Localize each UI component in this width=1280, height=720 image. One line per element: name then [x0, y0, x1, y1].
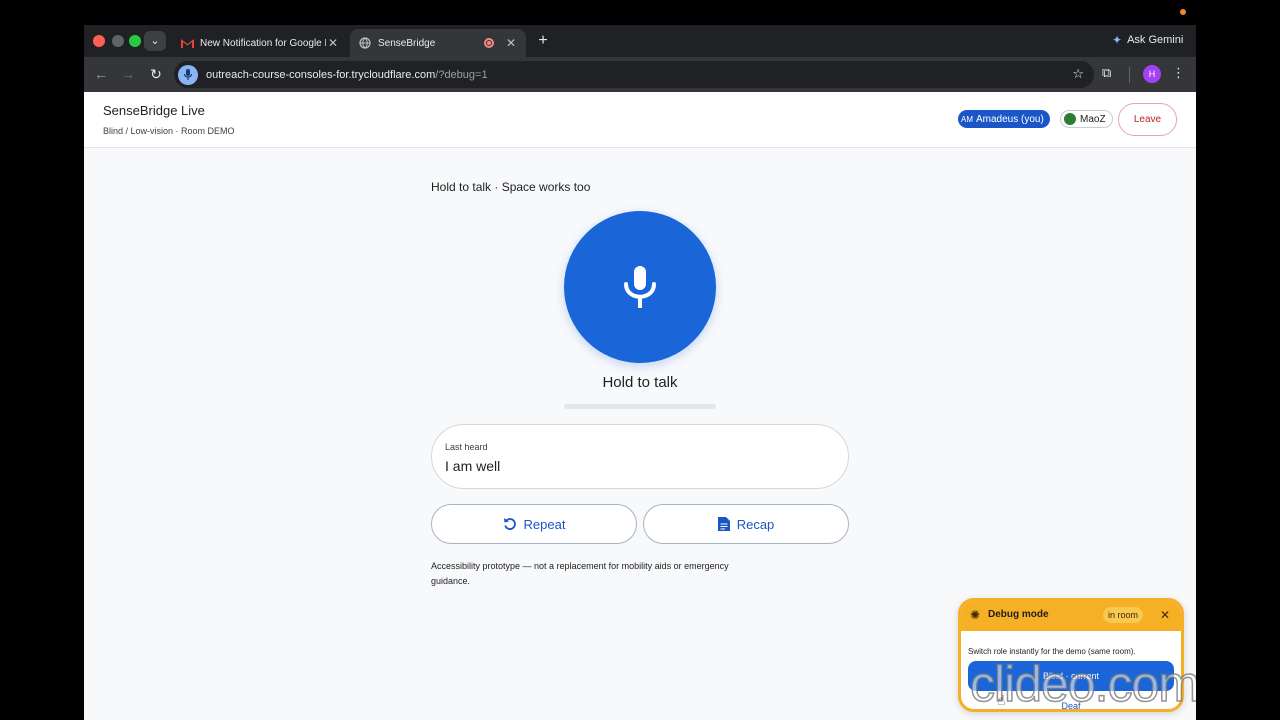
close-icon[interactable]: ✕	[1160, 608, 1170, 622]
close-tab-icon[interactable]: ✕	[504, 36, 518, 50]
repeat-button[interactable]: Repeat	[431, 504, 637, 544]
room-subtitle: Blind / Low-vision · Room DEMO	[103, 126, 235, 136]
app-title: SenseBridge Live	[103, 103, 205, 118]
room-status-badge: in room	[1103, 607, 1144, 623]
browser-toolbar: ← → ↻ outreach-course-consoles-for.trycl…	[84, 57, 1196, 92]
bookmark-star-icon[interactable]: ☆	[1072, 66, 1084, 82]
app-header: SenseBridge Live Blind / Low-vision · Ro…	[84, 92, 1196, 148]
extensions-puzzle-icon[interactable]: ⧉	[1102, 65, 1111, 81]
profile-avatar[interactable]: H	[1143, 65, 1161, 83]
participant-name: Amadeus (you)	[976, 113, 1044, 125]
recap-label: Recap	[736, 516, 775, 532]
toolbar-divider	[1129, 67, 1130, 83]
microphone-icon	[624, 266, 656, 308]
recording-icon	[484, 38, 494, 48]
last-heard-label: Last heard	[445, 442, 488, 452]
hold-to-talk-button[interactable]	[564, 211, 716, 363]
tab-gmail[interactable]: New Notification for Google D ✕	[172, 29, 348, 57]
status-dot	[1180, 9, 1186, 15]
back-arrow-icon[interactable]: ←	[92, 65, 110, 83]
tab-search-chevron-icon[interactable]: ⌄	[144, 31, 166, 51]
participant-chip-self: AM Amadeus (you)	[958, 110, 1050, 128]
maximize-window-button[interactable]	[129, 35, 141, 47]
url-host: outreach-course-consoles-for.trycloudfla…	[206, 68, 436, 81]
minimize-window-button[interactable]	[112, 35, 124, 47]
mic-in-use-icon[interactable]	[178, 64, 198, 85]
ask-gemini-button[interactable]: ✦ Ask Gemini	[1112, 33, 1183, 47]
repeat-label: Repeat	[523, 516, 566, 532]
globe-icon	[358, 36, 372, 50]
recap-button[interactable]: Recap	[643, 504, 849, 544]
forward-arrow-icon[interactable]: →	[119, 65, 137, 83]
new-tab-button[interactable]: +	[533, 31, 553, 51]
more-menu-icon[interactable]: ⋮	[1172, 65, 1185, 81]
reload-icon[interactable]: ↻	[147, 65, 165, 83]
address-bar[interactable]: outreach-course-consoles-for.trycloudfla…	[174, 61, 1094, 88]
last-heard-text: I am well	[445, 458, 501, 474]
debug-title: Debug mode	[988, 609, 1049, 620]
debug-header: ✺ Debug mode in room ✕	[961, 601, 1181, 631]
talk-hint: Hold to talk · Space works too	[431, 180, 591, 194]
tab-title: New Notification for Google D	[200, 37, 326, 49]
presence-dot	[1064, 113, 1076, 125]
tab-title: SenseBridge	[378, 37, 436, 49]
gemini-sparkle-icon: ✦	[1112, 33, 1123, 47]
hold-to-talk-label: Hold to talk	[602, 374, 678, 391]
audio-level-bar	[564, 404, 716, 409]
disclaimer-text: Accessibility prototype — not a replacem…	[431, 561, 729, 586]
hand-cursor-icon: ☝	[997, 692, 1006, 708]
tab-sensebridge[interactable]: SenseBridge ✕	[350, 29, 526, 57]
replay-icon	[503, 518, 516, 530]
ask-gemini-label: Ask Gemini	[1127, 34, 1184, 46]
bug-icon: ✺	[970, 608, 981, 622]
url-path: /?debug=1	[435, 68, 488, 81]
url-text: outreach-course-consoles-for.trycloudfla…	[206, 69, 488, 81]
avatar: AM	[961, 114, 973, 124]
document-icon	[717, 517, 730, 531]
tab-strip: ⌄ New Notification for Google D ✕ SenseB…	[84, 25, 1196, 57]
close-window-button[interactable]	[93, 35, 105, 47]
gmail-icon	[180, 36, 194, 50]
participant-chip-maoz: MaoZ	[1060, 110, 1113, 128]
desktop: ⌄ New Notification for Google D ✕ SenseB…	[0, 0, 1280, 720]
browser-window: ⌄ New Notification for Google D ✕ SenseB…	[84, 25, 1196, 720]
participant-name: MaoZ	[1080, 113, 1106, 125]
last-heard-card: Last heard I am well	[431, 424, 849, 489]
leave-button[interactable]: Leave	[1118, 103, 1177, 136]
close-tab-icon[interactable]: ✕	[326, 36, 340, 50]
